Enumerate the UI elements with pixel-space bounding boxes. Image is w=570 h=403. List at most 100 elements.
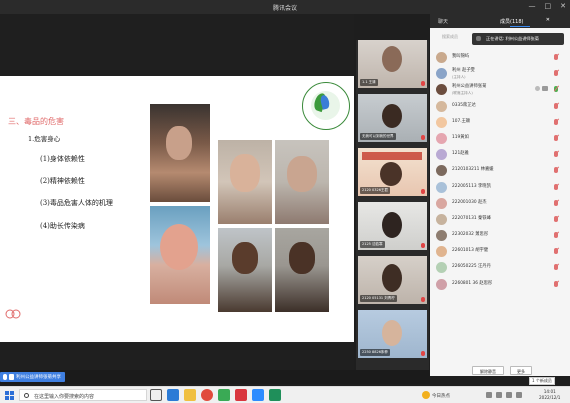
- window-controls: — □ ✕: [529, 2, 567, 10]
- app-icon[interactable]: [218, 389, 230, 401]
- more-button[interactable]: 更多: [510, 366, 532, 375]
- speaking-text: 正在讲话: 利州公益讲师张菊: [486, 36, 539, 41]
- screen-share-icon: [9, 374, 14, 380]
- mic-muted-icon: [421, 243, 425, 248]
- mic-muted-icon[interactable]: [554, 248, 558, 255]
- participant-row[interactable]: 107.王颖: [430, 115, 570, 131]
- mic-muted-icon[interactable]: [554, 167, 558, 174]
- video-tile-name: 2250 8826朱菲: [360, 349, 390, 356]
- mugshot-photo: [275, 228, 329, 312]
- participant-row[interactable]: 0335蒋芷达: [430, 99, 570, 115]
- mic-muted-icon[interactable]: [554, 54, 558, 60]
- participant-name: 2260801 36 赵思彤: [452, 280, 493, 286]
- participant-name: 222070131 秦铁峰: [452, 215, 491, 221]
- title-bar: 腾讯会议 — □ ✕: [0, 0, 570, 14]
- participant-row[interactable]: 226050225 汪丹丹: [430, 260, 570, 276]
- mic-muted-icon[interactable]: [554, 102, 558, 109]
- task-view-icon[interactable]: [150, 389, 162, 401]
- participant-row[interactable]: 22302032 萧思彤: [430, 228, 570, 244]
- participant-row[interactable]: 2260801 36 赵思彤: [430, 277, 570, 293]
- app-icon[interactable]: [235, 389, 247, 401]
- screen-share-indicator[interactable]: 利州公益讲师张菊共享: [0, 372, 65, 382]
- face-shape: [232, 242, 258, 274]
- app-icon[interactable]: [269, 389, 281, 401]
- participant-row[interactable]: 22601013 胡宇健: [430, 244, 570, 260]
- close-button[interactable]: ✕: [560, 2, 566, 10]
- maximize-button[interactable]: □: [545, 2, 552, 10]
- participant-name: 222005113 李晓凯: [452, 183, 491, 189]
- video-tile[interactable]: 无我可以到我的世界: [358, 94, 427, 142]
- mic-muted-icon[interactable]: [554, 183, 558, 190]
- video-tile[interactable]: 2125 沈若寒: [358, 202, 427, 250]
- video-tile[interactable]: 1.1 王清: [358, 40, 427, 88]
- face-shape: [230, 154, 260, 192]
- mic-muted-icon[interactable]: [554, 151, 558, 158]
- participant-row[interactable]: 222001030 赵杰: [430, 196, 570, 212]
- participant-row[interactable]: 121赵雅: [430, 147, 570, 163]
- edge-browser-icon[interactable]: [167, 389, 179, 401]
- new-member-notification[interactable]: 1 个新成员: [529, 377, 555, 385]
- mic-muted-icon[interactable]: [554, 215, 558, 222]
- clock[interactable]: 14:01 2022/12/1: [539, 389, 560, 401]
- mic-muted-icon[interactable]: [554, 199, 558, 206]
- participant-row[interactable]: 我叫锦屿: [430, 50, 570, 66]
- tab-chat[interactable]: 聊天: [430, 14, 492, 28]
- unmute-all-button[interactable]: 解除静音: [472, 366, 504, 375]
- camera-icon[interactable]: [542, 86, 548, 92]
- participant-row[interactable]: 利州 赵子雯 (主持人): [430, 66, 570, 82]
- mic-muted-icon[interactable]: [554, 232, 558, 239]
- participant-row[interactable]: 222005113 李晓凯: [430, 180, 570, 196]
- windows-start-icon[interactable]: [5, 391, 14, 400]
- person-shape: [382, 212, 402, 238]
- avatar: [436, 230, 447, 242]
- participant-name: 119黄如: [452, 134, 469, 140]
- meeting-bottom-bar: 利州公益讲师张菊共享: [0, 370, 430, 384]
- member-search-input[interactable]: 搜索成员: [436, 32, 466, 41]
- windows-taskbar: 在这里输入你要搜索的内容 今日热点 14:01 2022/12/1: [0, 386, 570, 403]
- video-tile-name: 2120 05131 刘青柠: [360, 295, 397, 302]
- mic-muted-icon: [421, 135, 425, 140]
- slide-subheading: 1.危害身心: [28, 135, 61, 143]
- taskbar-search-placeholder: 在这里输入你要搜索的内容: [34, 394, 95, 400]
- avatar: [436, 52, 447, 63]
- weather-label[interactable]: 今日热点: [432, 393, 450, 399]
- mic-muted-icon: [421, 81, 425, 86]
- mic-muted-icon: [421, 189, 425, 194]
- participant-name: 0335蒋芷达: [452, 102, 476, 108]
- weather-icon: [422, 391, 430, 399]
- participant-row[interactable]: 119黄如: [430, 131, 570, 147]
- network-icon[interactable]: [486, 392, 492, 398]
- input-method-icon[interactable]: [516, 392, 522, 398]
- participant-row[interactable]: 利州公益讲师张菊 (联席主持人): [430, 82, 570, 98]
- taskbar-search-input[interactable]: 在这里输入你要搜索的内容: [19, 389, 147, 401]
- mic-on-icon[interactable]: [554, 86, 558, 93]
- file-explorer-icon[interactable]: [184, 389, 196, 401]
- mic-muted-icon[interactable]: [554, 134, 558, 141]
- minimize-button[interactable]: —: [529, 2, 536, 10]
- person-shape: [382, 46, 402, 72]
- avatar: [436, 116, 447, 128]
- video-strip[interactable]: 1.1 王清 无我可以到我的世界 2120 0326王君 2125 沈若寒 21…: [356, 40, 429, 370]
- video-tile[interactable]: 2120 05131 刘青柠: [358, 256, 427, 304]
- tencent-meeting-icon[interactable]: [252, 389, 264, 401]
- close-icon[interactable]: ✕: [546, 17, 550, 23]
- mic-muted-icon[interactable]: [554, 70, 558, 77]
- mic-muted-icon[interactable]: [554, 118, 558, 125]
- tab-members[interactable]: 成员(118) ✕: [492, 14, 554, 28]
- participant-row[interactable]: 2120103211 林嘉媛: [430, 163, 570, 179]
- share-label: 利州公益讲师张菊共享: [16, 375, 61, 380]
- mic-muted-icon[interactable]: [554, 264, 558, 271]
- speaker-avatar-icon: [476, 36, 481, 41]
- participant-row[interactable]: 222070131 秦铁峰: [430, 212, 570, 228]
- person-shape: [382, 104, 402, 128]
- slide-point: (1)身体依赖性: [40, 155, 85, 163]
- participant-name: 22601013 胡宇健: [452, 248, 489, 254]
- video-tile[interactable]: 2250 8826朱菲: [358, 310, 427, 358]
- panel-actions: 解除静音 更多: [430, 366, 570, 376]
- chrome-icon[interactable]: [201, 389, 213, 401]
- volume-icon[interactable]: [496, 392, 502, 398]
- mic-muted-icon: [421, 297, 425, 302]
- video-tile[interactable]: 2120 0326王君: [358, 148, 427, 196]
- battery-icon[interactable]: [506, 392, 512, 398]
- mic-muted-icon[interactable]: [554, 280, 558, 287]
